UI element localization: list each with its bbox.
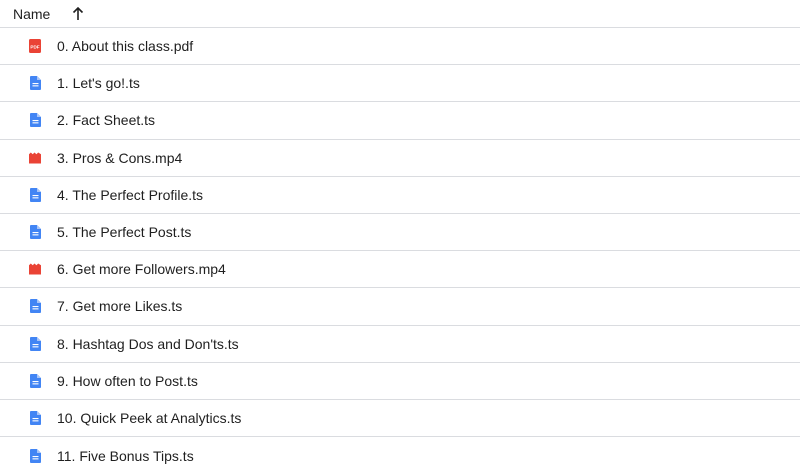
- file-name: 5. The Perfect Post.ts: [57, 224, 192, 241]
- file-row[interactable]: 1. Let's go!.ts: [0, 65, 800, 103]
- file-row[interactable]: 5. The Perfect Post.ts: [0, 214, 800, 252]
- file-row[interactable]: 3. Pros & Cons.mp4: [0, 140, 800, 177]
- file-name: 11. Five Bonus Tips.ts: [57, 447, 194, 464]
- file-list: Name PDF 0. About this class.pdf 1. Let'…: [0, 0, 800, 472]
- file-name: 6. Get more Followers.mp4: [57, 261, 226, 278]
- pdf-icon-label: PDF: [30, 44, 39, 49]
- pdf-icon: PDF: [29, 39, 41, 54]
- file-row[interactable]: 4. The Perfect Profile.ts: [0, 177, 800, 214]
- file-name: 1. Let's go!.ts: [57, 75, 140, 92]
- document-icon: [29, 187, 41, 202]
- file-row[interactable]: 6. Get more Followers.mp4: [0, 251, 800, 289]
- file-name: 0. About this class.pdf: [57, 38, 194, 55]
- video-icon: [29, 151, 41, 165]
- file-row[interactable]: 11. Five Bonus Tips.ts: [0, 437, 800, 472]
- file-row[interactable]: 8. Hashtag Dos and Don'ts.ts: [0, 326, 800, 363]
- file-row[interactable]: PDF 0. About this class.pdf: [0, 28, 800, 66]
- file-row[interactable]: 7. Get more Likes.ts: [0, 288, 800, 326]
- file-name: 7. Get more Likes.ts: [57, 298, 183, 315]
- file-name: 3. Pros & Cons.mp4: [57, 149, 183, 166]
- file-row[interactable]: 2. Fact Sheet.ts: [0, 102, 800, 140]
- document-icon: [29, 448, 41, 463]
- name-column-header[interactable]: Name: [0, 0, 800, 28]
- document-icon: [29, 373, 41, 388]
- video-icon: [29, 262, 41, 276]
- document-icon: [29, 113, 41, 128]
- document-icon: [29, 299, 41, 314]
- document-icon: [29, 225, 41, 240]
- file-row[interactable]: 10. Quick Peek at Analytics.ts: [0, 400, 800, 438]
- file-name: 10. Quick Peek at Analytics.ts: [57, 409, 242, 426]
- document-icon: [29, 410, 41, 425]
- file-name: 8. Hashtag Dos and Don'ts.ts: [57, 335, 239, 352]
- file-row[interactable]: 9. How often to Post.ts: [0, 363, 800, 400]
- document-icon: [29, 76, 41, 91]
- file-name: 9. How often to Post.ts: [57, 372, 198, 389]
- file-name: 2. Fact Sheet.ts: [57, 112, 156, 129]
- document-icon: [29, 336, 41, 351]
- file-name: 4. The Perfect Profile.ts: [57, 186, 204, 203]
- name-column-label: Name: [13, 5, 51, 22]
- arrow-up-icon[interactable]: [72, 6, 84, 22]
- file-rows: PDF 0. About this class.pdf 1. Let's go!…: [0, 28, 800, 472]
